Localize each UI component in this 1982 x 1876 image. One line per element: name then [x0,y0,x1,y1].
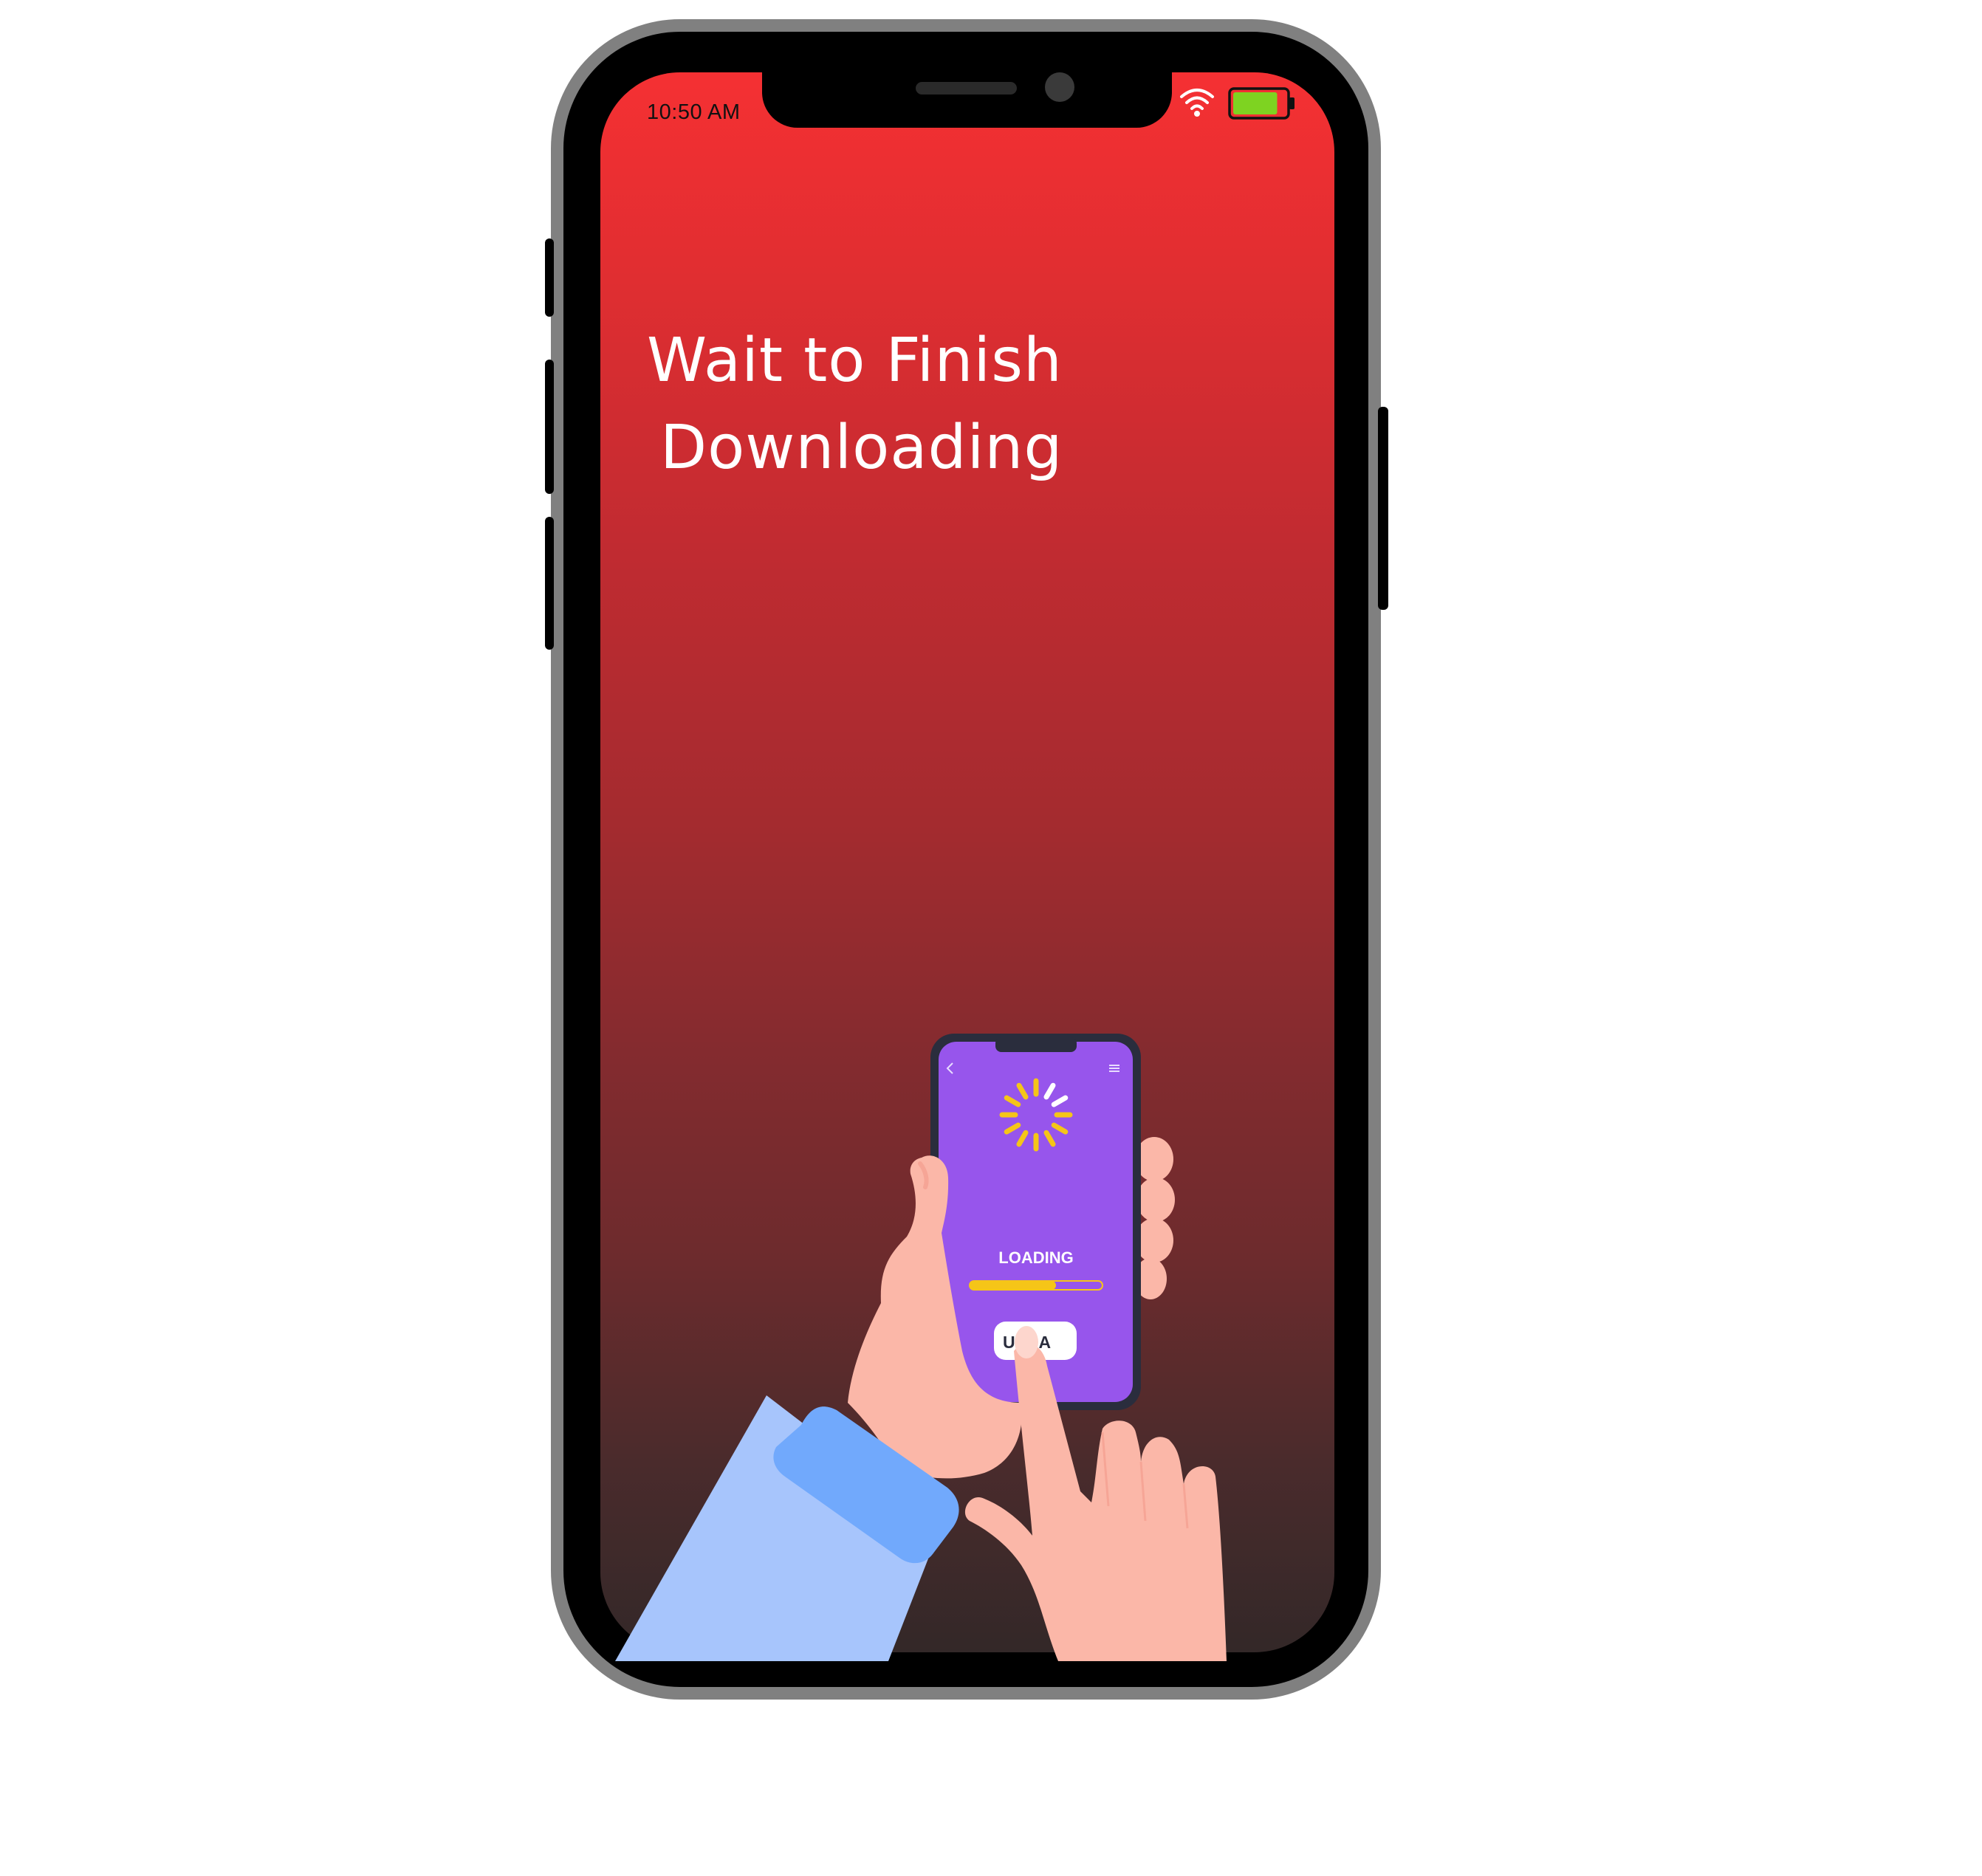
mute-switch[interactable] [545,238,554,317]
page-title: Wait to Finish Downloading [647,317,1063,492]
hand-holding-phone-illustration: LOADING UPDA [615,1034,1227,1661]
volume-up-button[interactable] [545,360,554,494]
speaker-grille [916,82,1017,95]
loading-label: LOADING [998,1248,1073,1267]
battery-fill [1233,92,1278,114]
volume-down-button[interactable] [545,517,554,650]
status-time: 10:50 AM [647,100,741,124]
progress-fill [970,1281,1056,1290]
title-line-2: Downloading [660,413,1063,483]
battery-icon [1228,87,1295,120]
notch [762,72,1172,128]
wifi-icon [1180,89,1214,117]
power-button[interactable] [1378,407,1388,610]
front-camera [1045,72,1074,102]
title-line-1: Wait to Finish [647,326,1063,396]
